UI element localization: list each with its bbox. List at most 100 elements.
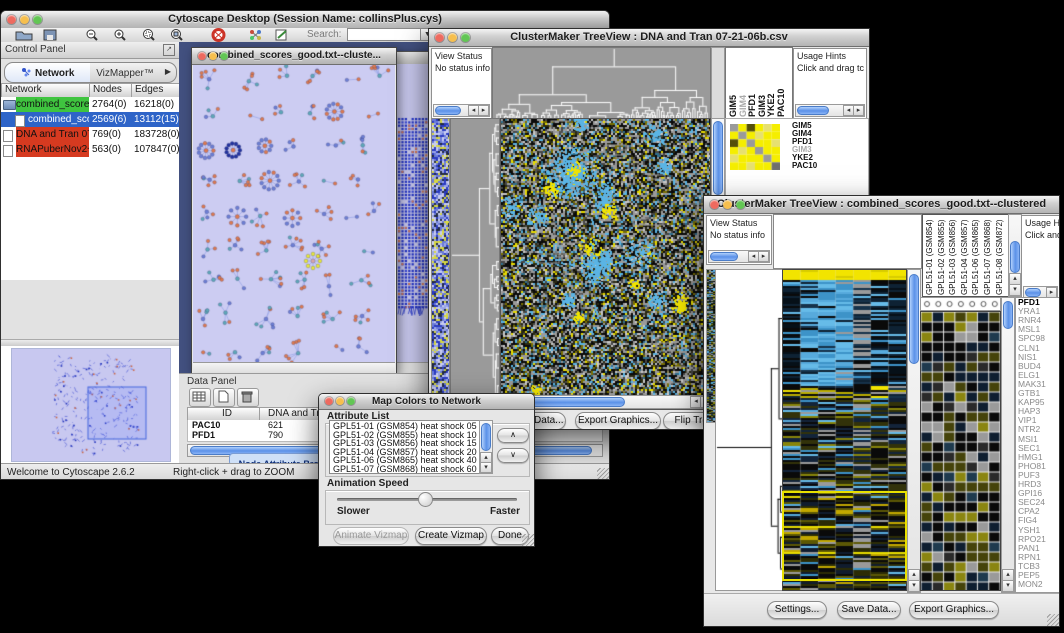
scrollbar-thumb[interactable]	[710, 252, 738, 261]
network-list-item[interactable]: combined_scores2764(0)16218(0)	[1, 97, 179, 112]
close-button[interactable]	[435, 33, 444, 42]
view-status-hscrollbar[interactable]: ◂▸	[708, 250, 770, 263]
zoom-selected-icon[interactable]	[141, 29, 157, 42]
view-status-hscrollbar[interactable]: ◂▸	[433, 104, 490, 117]
network-list-item[interactable]: RNAPuberNov2+563(0)107847(0)	[1, 142, 179, 157]
annotation-icon[interactable]	[275, 29, 289, 41]
save-icon[interactable]	[43, 29, 57, 41]
tab-vizmapper[interactable]: VizMapper™	[90, 62, 161, 83]
float-panel-icon[interactable]: ↗	[163, 44, 175, 56]
tv1-heatmap[interactable]	[500, 118, 711, 410]
new-attribute-button[interactable]	[213, 388, 235, 407]
minimize-button[interactable]	[448, 33, 457, 42]
tv2-heatmap-vscrollbar[interactable]: ▴▾	[907, 269, 921, 593]
main-titlebar[interactable]: Cytoscape Desktop (Session Name: collins…	[1, 11, 609, 29]
column-label: GPL51-01 (GSM854)	[925, 216, 934, 295]
zoom-out-icon[interactable]	[85, 29, 99, 42]
scrollbar-thumb[interactable]	[909, 274, 919, 364]
delete-attribute-button[interactable]	[237, 388, 259, 407]
zoom-fit-icon[interactable]	[169, 29, 185, 42]
window-controls[interactable]	[7, 15, 42, 24]
zoom-button[interactable]	[220, 52, 228, 60]
network-window-titlebar[interactable]: combined_scores_good.txt--cluste...	[192, 48, 396, 65]
attribute-table-button[interactable]	[189, 388, 211, 407]
tv1-global-overview[interactable]	[431, 118, 450, 410]
tv2-button-bar: Settings... Save Data... Export Graphics..…	[704, 593, 1059, 627]
data-column-id[interactable]: ID	[187, 407, 264, 421]
column-header-network[interactable]: Network	[1, 83, 94, 98]
column-header-nodes[interactable]: Nodes	[89, 83, 136, 98]
tab-vizmapper-label: VizMapper™	[96, 68, 154, 79]
network-window-title: combined_scores_good.txt--cluste...	[207, 50, 381, 61]
search-input[interactable]	[347, 28, 421, 41]
network-list-item[interactable]: combined_sco2569(6)13112(15)	[1, 112, 179, 127]
network-canvas[interactable]	[193, 65, 395, 362]
network-list-item[interactable]: DNA and Tran 07769(0)183728(0)	[1, 127, 179, 142]
tab-network[interactable]: Network	[4, 62, 92, 83]
tv2-row-dendrogram[interactable]	[715, 269, 783, 591]
scrollbar-thumb[interactable]	[797, 106, 829, 115]
zoom-button[interactable]	[461, 33, 470, 42]
zoom-button[interactable]	[33, 15, 42, 24]
close-button[interactable]	[198, 52, 206, 60]
dialog-titlebar[interactable]: Map Colors to Network	[319, 394, 534, 410]
resize-grip[interactable]	[1047, 614, 1059, 626]
column-header-edges[interactable]: Edges	[131, 83, 184, 98]
scrollbar-thumb[interactable]	[435, 106, 461, 115]
tv2-column-dendrogram[interactable]	[773, 214, 922, 269]
scrollbar-thumb[interactable]	[1025, 288, 1041, 297]
dense-network-view[interactable]	[397, 116, 429, 316]
view-status-line2: No status info f	[432, 61, 491, 73]
scrollbar-thumb[interactable]	[481, 423, 491, 451]
tv2-button-settings-[interactable]: Settings...	[767, 601, 827, 619]
tv2-button-save-data-[interactable]: Save Data...	[837, 601, 901, 619]
resize-grip[interactable]	[597, 468, 609, 480]
map-colors-dialog: Map Colors to Network Attribute List GPL…	[318, 393, 535, 547]
zoom-in-icon[interactable]	[113, 29, 127, 42]
tv2-button-export-graphics-[interactable]: Export Graphics...	[909, 601, 999, 619]
minimize-button[interactable]	[20, 15, 29, 24]
zoom-button[interactable]	[736, 200, 745, 209]
column-label: GPL51-07 (GSM868)	[983, 216, 992, 295]
move-down-button[interactable]: ∨	[497, 448, 529, 463]
tv2-collabel-vscrollbar[interactable]: ▴▾	[1008, 214, 1022, 297]
main-window-title: Cytoscape Desktop (Session Name: collins…	[168, 13, 442, 25]
close-button[interactable]	[7, 15, 16, 24]
tv1-column-dendrogram[interactable]	[492, 47, 711, 119]
tv1-correlation-matrix[interactable]	[730, 124, 780, 170]
view-status-line2: No status info	[707, 228, 771, 240]
tv1-row-dendrogram[interactable]	[450, 118, 500, 410]
usage-hints-hscrollbar[interactable]: ◂▸	[795, 104, 865, 117]
network-edges: 183728(0)	[134, 127, 179, 142]
zoom-button[interactable]	[347, 397, 355, 405]
gene-label[interactable]: MON2	[1018, 580, 1043, 589]
resize-grip[interactable]	[522, 534, 534, 546]
birdseye-view[interactable]	[11, 348, 171, 462]
attribute-list-item[interactable]: GPL51-07 (GSM868) heat shock 60 min	[333, 465, 493, 474]
attribute-list[interactable]: GPL51-01 (GSM854) heat shock 05 minGPL51…	[329, 420, 493, 474]
treeview2-titlebar[interactable]: ClusterMaker TreeView : combined_scores_…	[704, 196, 1059, 214]
move-up-button[interactable]: ∧	[497, 428, 529, 443]
speed-slider-thumb[interactable]	[418, 492, 433, 507]
scrollbar-thumb[interactable]	[713, 121, 723, 195]
tv1-button-export-graphics-[interactable]: Export Graphics...	[575, 412, 661, 430]
dialog-button-create-vizmap[interactable]: Create Vizmap	[415, 527, 487, 545]
help-icon[interactable]	[211, 28, 226, 42]
scrollbar-thumb[interactable]	[1010, 241, 1020, 273]
minimize-button[interactable]	[209, 52, 217, 60]
close-button[interactable]	[710, 200, 719, 209]
tv2-zoom-heatmap[interactable]	[920, 311, 1001, 591]
attribute-list-vscrollbar[interactable]: ▴▾	[479, 420, 493, 474]
network-edges: 107847(0)	[134, 142, 179, 157]
tv2-selection-rectangle[interactable]	[782, 491, 907, 581]
scrollbar-thumb[interactable]	[1003, 301, 1013, 329]
treeview1-titlebar[interactable]: ClusterMaker TreeView : DNA and Tran 07-…	[429, 29, 869, 47]
tv2-zoom-vscrollbar[interactable]: ▴▾	[1001, 297, 1015, 593]
minimize-button[interactable]	[336, 397, 344, 405]
network-overview-icon[interactable]	[249, 29, 263, 41]
tab-overflow-button[interactable]: ▶	[160, 62, 177, 83]
cell-value: 621	[268, 420, 283, 430]
close-button[interactable]	[325, 397, 333, 405]
minimize-button[interactable]	[723, 200, 732, 209]
open-folder-icon[interactable]	[15, 29, 33, 41]
